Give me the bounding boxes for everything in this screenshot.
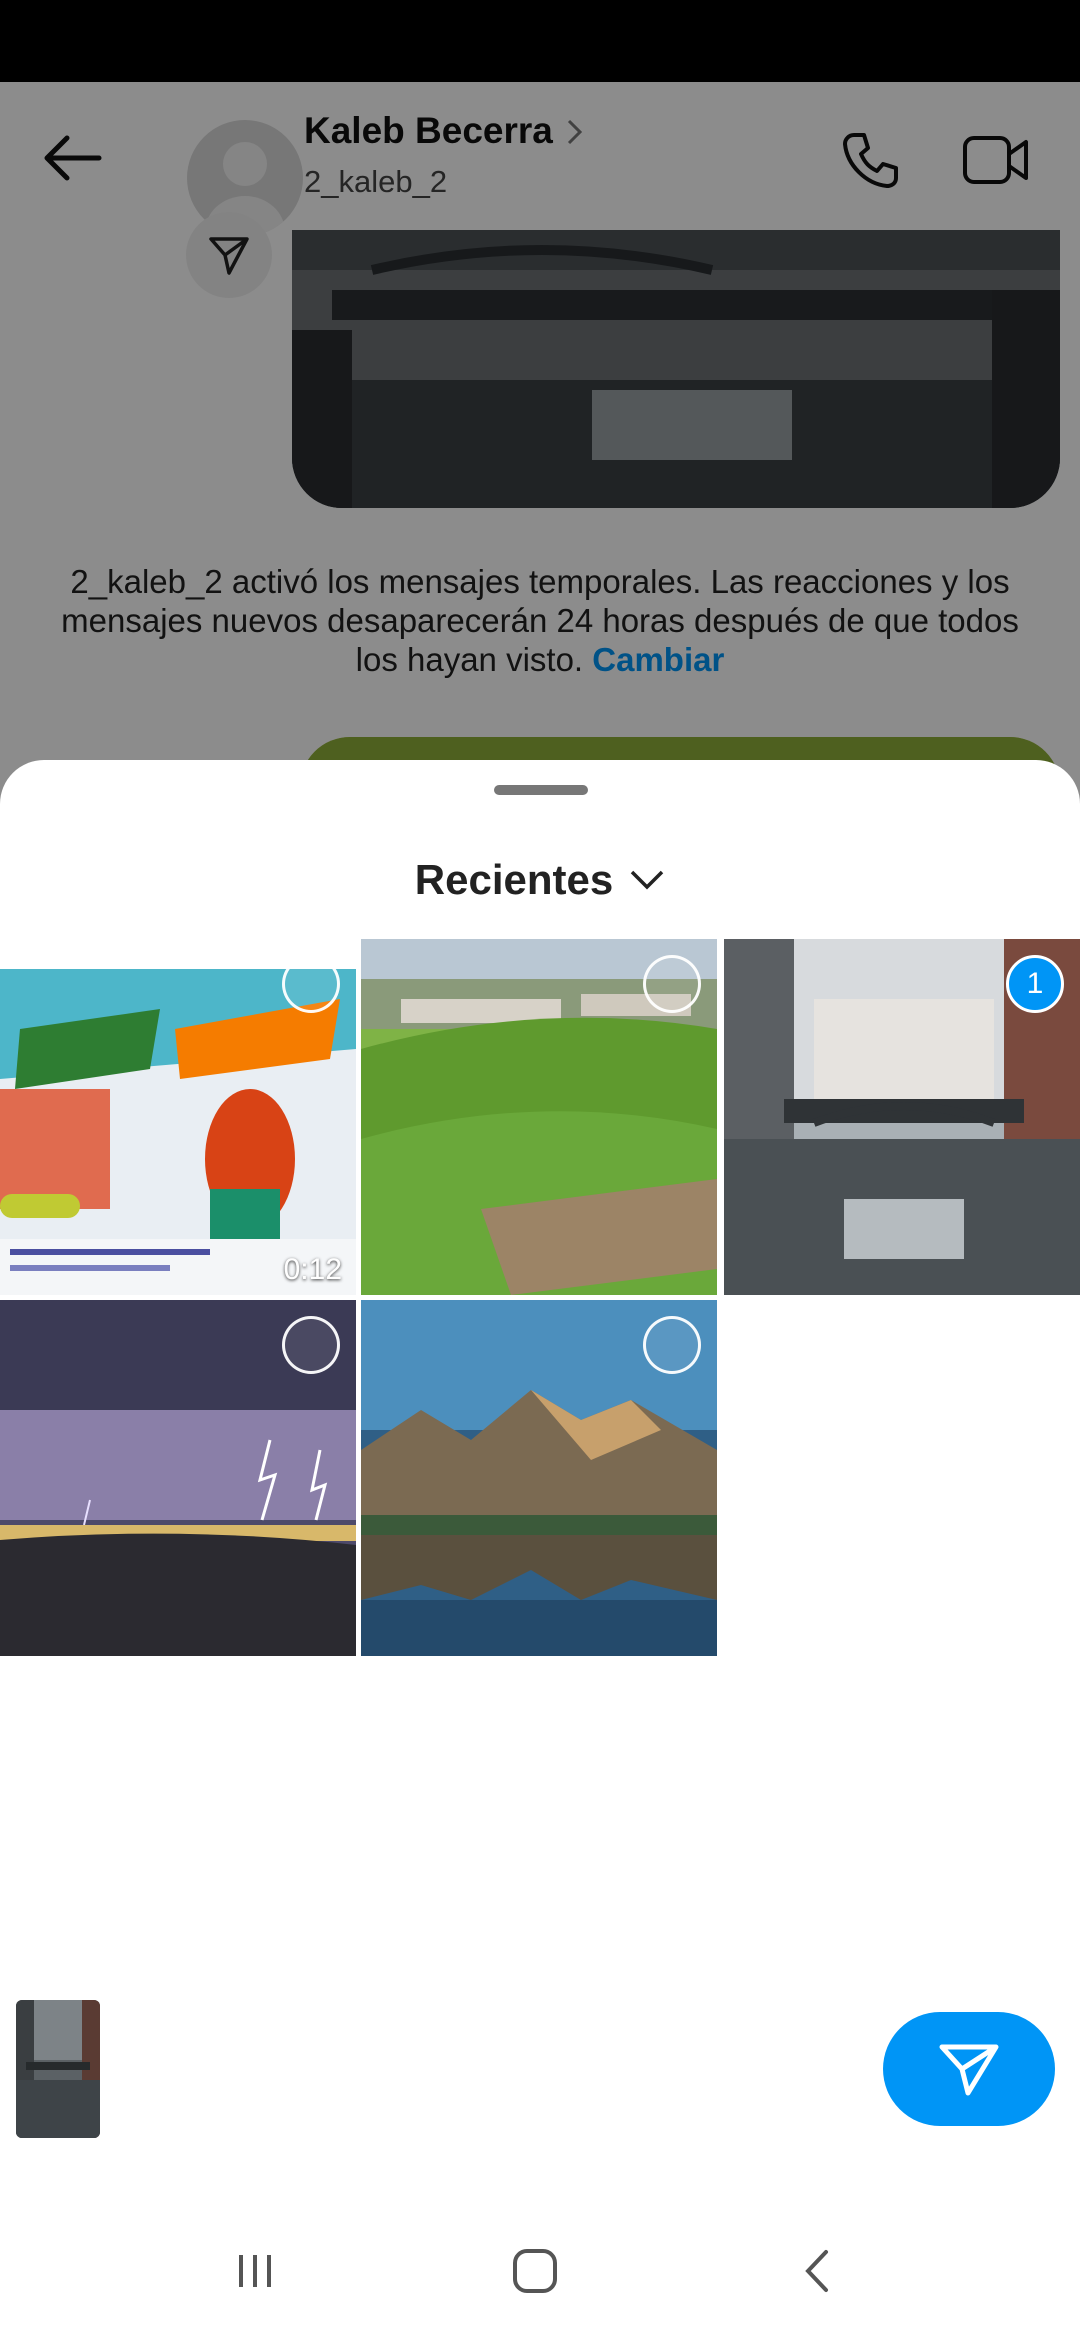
send-button[interactable] <box>883 2012 1055 2126</box>
nav-back-button[interactable] <box>772 2236 862 2306</box>
select-circle[interactable] <box>282 1316 340 1374</box>
recents-icon <box>239 2255 271 2287</box>
album-selector[interactable]: Recientes <box>0 845 1080 915</box>
selected-media-thumbnail[interactable] <box>16 2000 100 2138</box>
drag-handle[interactable] <box>494 785 588 795</box>
canal-photo-image <box>16 2000 100 2138</box>
home-button[interactable] <box>490 2236 580 2306</box>
media-tile[interactable] <box>361 939 717 1295</box>
media-tile[interactable] <box>0 1300 356 1656</box>
system-navigation-bar <box>0 2196 1080 2340</box>
recents-button[interactable] <box>210 2236 300 2306</box>
home-icon <box>513 2249 557 2293</box>
media-tile[interactable]: 0:12 <box>0 939 356 1295</box>
select-circle[interactable] <box>282 955 340 1013</box>
nav-back-icon <box>805 2250 828 2292</box>
chevron-down-icon <box>629 869 665 891</box>
video-duration: 0:12 <box>283 1253 342 1286</box>
media-tile[interactable] <box>361 1300 717 1656</box>
album-title: Recientes <box>414 856 614 903</box>
select-circle[interactable] <box>643 955 701 1013</box>
media-picker-sheet: Recientes 0:12 1 <box>0 760 1080 2340</box>
selected-indicator[interactable]: 1 <box>1006 955 1064 1013</box>
select-circle[interactable] <box>643 1316 701 1374</box>
media-tile[interactable]: 1 <box>724 939 1080 1295</box>
send-icon <box>939 2044 999 2096</box>
